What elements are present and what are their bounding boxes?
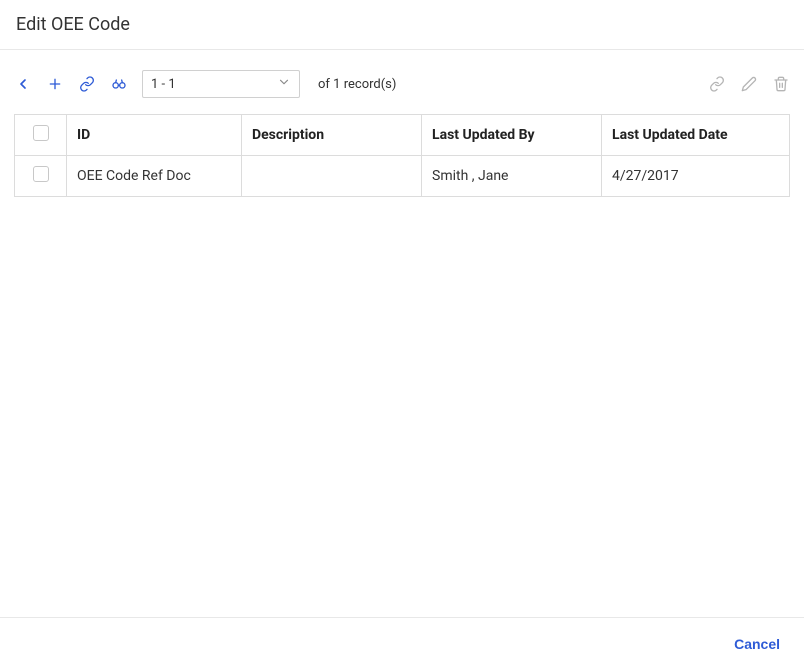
plus-icon (47, 76, 63, 92)
chevron-down-icon (277, 75, 291, 93)
find-button[interactable] (110, 75, 128, 93)
column-header-description[interactable]: Description (242, 115, 422, 156)
dialog-footer: Cancel (0, 617, 804, 670)
column-header-last-updated-by[interactable]: Last Updated By (422, 115, 602, 156)
table-header-row: ID Description Last Updated By Last Upda… (15, 115, 790, 156)
row-checkbox[interactable] (33, 166, 49, 182)
toolbar: 1 - 1 of 1 record(s) (0, 50, 804, 114)
dialog-header: Edit OEE Code (0, 0, 804, 50)
page-range-value: 1 - 1 (151, 77, 176, 92)
table-container: ID Description Last Updated By Last Upda… (0, 114, 804, 197)
pencil-icon (741, 76, 757, 92)
data-table: ID Description Last Updated By Last Upda… (14, 114, 790, 197)
page-range-select[interactable]: 1 - 1 (142, 70, 300, 98)
toolbar-right (708, 75, 790, 93)
binoculars-icon (111, 76, 127, 92)
link-button[interactable] (78, 75, 96, 93)
unlink-button[interactable] (708, 75, 726, 93)
column-header-id[interactable]: ID (67, 115, 242, 156)
cell-last-updated-by: Smith , Jane (422, 156, 602, 197)
cell-id: OEE Code Ref Doc (67, 156, 242, 197)
record-count-label: of 1 record(s) (318, 77, 396, 92)
toolbar-left: 1 - 1 of 1 record(s) (14, 70, 396, 98)
add-button[interactable] (46, 75, 64, 93)
column-header-last-updated-date[interactable]: Last Updated Date (602, 115, 790, 156)
page-title: Edit OEE Code (16, 14, 788, 35)
edit-button[interactable] (740, 75, 758, 93)
trash-icon (773, 76, 789, 92)
row-checkbox-cell (15, 156, 67, 197)
cell-last-updated-date: 4/27/2017 (602, 156, 790, 197)
chevron-left-icon (15, 76, 31, 92)
link-icon (79, 76, 95, 92)
cell-description (242, 156, 422, 197)
select-all-checkbox[interactable] (33, 125, 49, 141)
delete-button[interactable] (772, 75, 790, 93)
unlink-icon (709, 76, 725, 92)
back-button[interactable] (14, 75, 32, 93)
table-row[interactable]: OEE Code Ref Doc Smith , Jane 4/27/2017 (15, 156, 790, 197)
header-checkbox-cell (15, 115, 67, 156)
cancel-button[interactable]: Cancel (734, 636, 780, 652)
